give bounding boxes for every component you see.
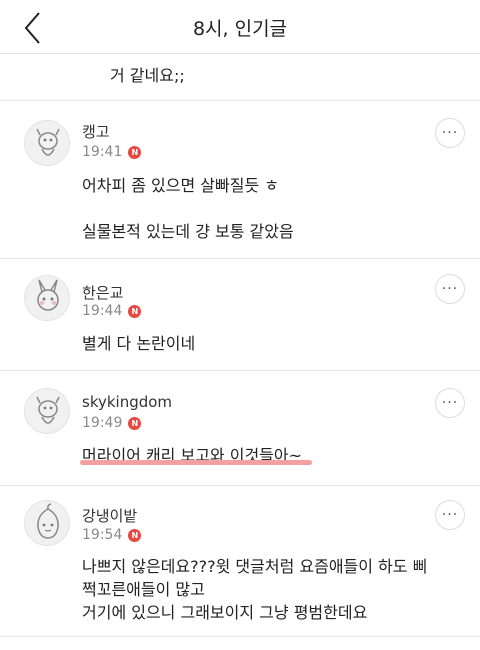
comment-meta: 19:49 N — [82, 415, 142, 431]
comment-author[interactable]: 강냉이밭 — [82, 505, 137, 526]
comment-author[interactable]: 한은교 — [82, 282, 123, 303]
divider — [0, 100, 480, 101]
more-options-button[interactable]: ··· — [435, 274, 465, 304]
comment-meta: 19:54 N — [82, 527, 142, 543]
divider — [0, 636, 480, 637]
comment-text-line: 거기에 있으니 그래보이지 그냥 평범한데요 — [82, 603, 368, 622]
comment-time: 19:44 — [82, 303, 123, 319]
new-badge-icon: N — [128, 304, 142, 318]
comment-meta: 19:41 N — [82, 144, 142, 160]
avatar[interactable] — [24, 275, 70, 321]
comment-text-line: 별게 다 논란이네 — [82, 334, 196, 353]
comment-author[interactable]: 캥고 — [82, 121, 110, 142]
comment-text-line: 나쁘지 않은데요???윗 댓글처럼 요즘애들이 하도 삐 — [82, 557, 428, 576]
divider — [0, 370, 480, 371]
comment-text-line: 실물본적 있는데 걍 보통 같았음 — [82, 222, 294, 241]
kangaroo-avatar-icon — [36, 128, 60, 156]
peach-avatar-icon — [37, 503, 59, 539]
comment-author[interactable]: skykingdom — [82, 393, 172, 411]
avatar[interactable] — [24, 120, 70, 166]
new-badge-icon: N — [128, 416, 142, 430]
more-options-button[interactable]: ··· — [435, 118, 465, 148]
comment-text-line: 쩍꼬른애들이 많고 — [82, 580, 205, 599]
top-nav-bar: 8시, 인기글 — [0, 0, 480, 54]
new-badge-icon: N — [128, 145, 142, 159]
new-badge-icon: N — [128, 528, 142, 542]
previous-comment-text: 거 같네요;; — [110, 66, 185, 85]
page-title: 8시, 인기글 — [192, 18, 288, 40]
bunny-avatar-icon — [37, 279, 59, 311]
more-options-button[interactable]: ··· — [435, 500, 465, 530]
comment-time: 19:41 — [82, 144, 123, 160]
avatar[interactable] — [24, 388, 70, 434]
highlight-underline — [80, 460, 312, 465]
comment-time: 19:49 — [82, 415, 123, 431]
comment-text-line: 어차피 좀 있으면 살빠질듯 ㅎ — [82, 176, 279, 195]
comment-time: 19:54 — [82, 527, 123, 543]
avatar[interactable] — [24, 500, 70, 546]
kangaroo-avatar-icon — [36, 396, 60, 424]
comment-meta: 19:44 N — [82, 303, 142, 319]
divider — [0, 485, 480, 486]
divider — [0, 258, 480, 259]
more-options-button[interactable]: ··· — [435, 388, 465, 418]
